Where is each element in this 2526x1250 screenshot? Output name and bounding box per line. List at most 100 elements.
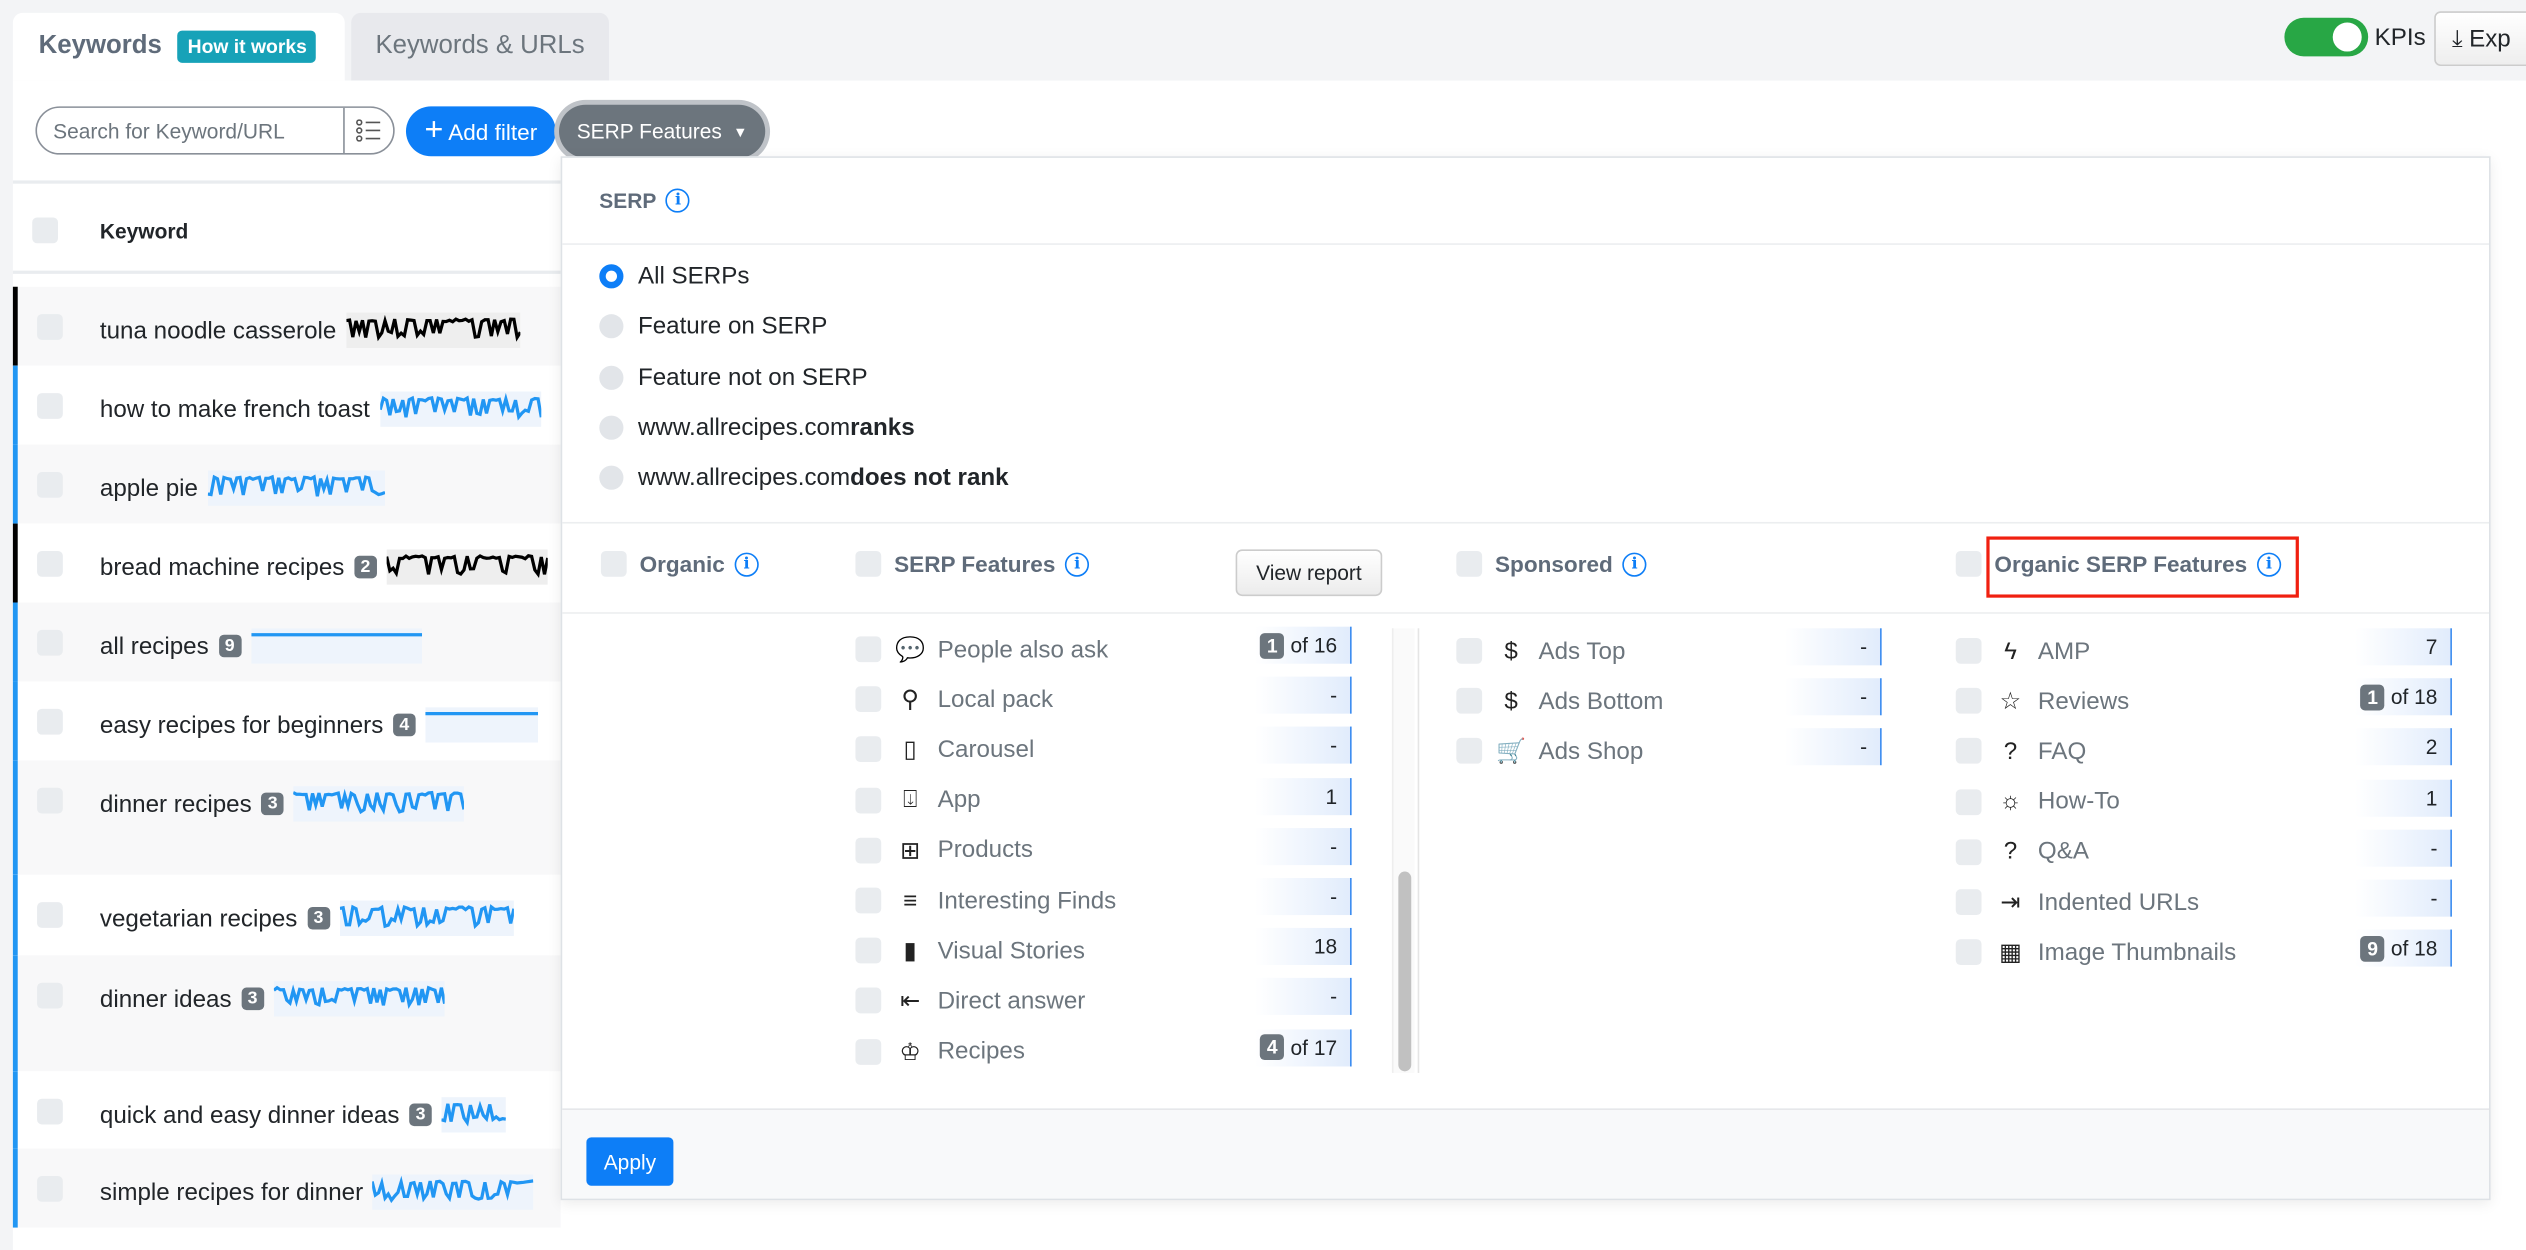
row-checkbox[interactable] xyxy=(37,393,63,419)
table-row[interactable]: how to make french toast xyxy=(12,365,561,445)
feature-checkbox[interactable] xyxy=(855,1038,882,1065)
feature-checkbox[interactable] xyxy=(1955,637,1982,664)
radio-button[interactable] xyxy=(599,365,624,390)
scrollbar-thumb[interactable] xyxy=(1398,871,1412,1072)
table-row[interactable]: all recipes 9 xyxy=(12,602,561,682)
apply-button[interactable]: Apply xyxy=(586,1137,674,1186)
feature-item[interactable]: ⚲ Local pack - xyxy=(855,676,1352,717)
keyword-text[interactable]: vegetarian recipes xyxy=(100,905,297,932)
feature-checkbox[interactable] xyxy=(1456,637,1483,664)
radio-button[interactable] xyxy=(599,314,624,339)
table-row[interactable]: dinner ideas 3 xyxy=(12,955,561,1072)
toggle-switch[interactable] xyxy=(2284,17,2369,57)
table-row[interactable]: bread machine recipes 2 xyxy=(12,523,561,603)
table-row[interactable]: apple pie xyxy=(12,444,561,524)
serp-features-checkbox[interactable] xyxy=(855,550,882,577)
info-icon[interactable]: i xyxy=(1065,551,1090,576)
feature-item[interactable]: ☼ How-To 1 xyxy=(1955,779,2452,819)
serp-radio-option[interactable]: Feature on SERP xyxy=(599,313,827,340)
feature-checkbox[interactable] xyxy=(1456,688,1483,714)
feature-item[interactable]: ≡ Interesting Finds - xyxy=(855,877,1352,918)
info-icon[interactable]: i xyxy=(734,551,759,576)
keyword-text[interactable]: simple recipes for dinner xyxy=(100,1178,363,1205)
feature-item[interactable]: 🛒 Ads Shop - xyxy=(1456,728,1882,769)
feature-checkbox[interactable] xyxy=(855,636,882,663)
organic-serp-features-checkbox[interactable] xyxy=(1955,550,1982,577)
feature-item[interactable]: $ Ads Bottom - xyxy=(1456,678,1882,718)
radio-button[interactable] xyxy=(599,465,624,491)
row-checkbox[interactable] xyxy=(37,982,63,1009)
organic-checkbox[interactable] xyxy=(600,550,627,577)
keyword-text[interactable]: apple pie xyxy=(100,474,198,501)
feature-item[interactable]: ⇤ Direct answer - xyxy=(855,978,1352,1018)
feature-checkbox[interactable] xyxy=(855,937,882,964)
feature-item[interactable]: ⇥ Indented URLs - xyxy=(1955,879,2452,919)
radio-button[interactable] xyxy=(599,264,624,289)
feature-checkbox[interactable] xyxy=(1955,889,1982,916)
keyword-text[interactable]: dinner recipes xyxy=(100,790,252,817)
feature-checkbox[interactable] xyxy=(855,988,882,1014)
row-checkbox[interactable] xyxy=(37,314,63,340)
select-all-checkbox[interactable] xyxy=(32,217,58,244)
feature-item[interactable]: ▯ Carousel - xyxy=(855,727,1352,767)
row-checkbox[interactable] xyxy=(37,1098,63,1125)
table-row[interactable]: dinner recipes 3 xyxy=(12,760,561,875)
row-checkbox[interactable] xyxy=(37,787,63,814)
serp-radio-option[interactable]: All SERPs xyxy=(599,263,749,290)
feature-item[interactable]: ▦ Image Thumbnails 9 of 18 xyxy=(1955,929,2452,970)
feature-item[interactable]: ? FAQ 2 xyxy=(1955,728,2452,769)
keyword-text[interactable]: quick and easy dinner ideas xyxy=(100,1101,400,1128)
row-checkbox[interactable] xyxy=(37,1176,63,1202)
row-checkbox[interactable] xyxy=(37,550,63,577)
table-row[interactable]: quick and easy dinner ideas 3 xyxy=(12,1071,561,1149)
feature-item[interactable]: ♔ Recipes 4 of 17 xyxy=(855,1028,1352,1069)
feature-checkbox[interactable] xyxy=(855,887,882,914)
feature-item[interactable]: $ Ads Top - xyxy=(1456,628,1882,668)
kpis-toggle[interactable]: KPIs xyxy=(2284,17,2426,57)
scrollbar[interactable] xyxy=(1391,628,1415,1073)
add-filter-button[interactable]: + Add filter xyxy=(405,106,556,157)
keyword-text[interactable]: dinner ideas xyxy=(100,985,232,1012)
feature-item[interactable]: ϟ AMP 7 xyxy=(1955,628,2452,668)
feature-checkbox[interactable] xyxy=(855,837,882,864)
keyword-column-header[interactable]: Keyword xyxy=(100,219,188,243)
row-checkbox[interactable] xyxy=(37,708,63,735)
organic-column[interactable]: Organic i xyxy=(600,550,759,577)
sponsored-column[interactable]: Sponsored i xyxy=(1456,550,1647,577)
table-row[interactable]: easy recipes for beginners 4 xyxy=(12,681,561,761)
feature-item[interactable]: ? Q&A - xyxy=(1955,829,2452,869)
serp-radio-option[interactable]: www.allrecipes.com ranks xyxy=(599,414,915,441)
keyword-text[interactable]: bread machine recipes xyxy=(100,553,344,580)
feature-item[interactable]: ⊞ Products - xyxy=(855,827,1352,868)
row-checkbox[interactable] xyxy=(37,472,63,498)
row-checkbox[interactable] xyxy=(37,902,63,928)
feature-item[interactable]: ☆ Reviews 1 of 18 xyxy=(1955,678,2452,718)
how-it-works-badge[interactable]: How it works xyxy=(177,30,317,63)
tab-keywords-urls[interactable]: Keywords & URLs xyxy=(351,12,609,81)
list-options-icon[interactable] xyxy=(343,107,393,154)
info-icon[interactable]: i xyxy=(1622,551,1647,576)
row-checkbox[interactable] xyxy=(37,629,63,656)
feature-item[interactable]: 💬 People also ask 1 of 16 xyxy=(855,626,1352,667)
feature-checkbox[interactable] xyxy=(1955,939,1982,966)
table-row[interactable]: simple recipes for dinner xyxy=(12,1148,561,1228)
export-button[interactable]: ⤓ Exp xyxy=(2434,11,2526,67)
feature-checkbox[interactable] xyxy=(1955,839,1982,865)
keyword-text[interactable]: tuna noodle casserole xyxy=(100,317,336,344)
serp-radio-option[interactable]: Feature not on SERP xyxy=(599,363,868,391)
radio-button[interactable] xyxy=(599,415,624,440)
table-row[interactable]: vegetarian recipes 3 xyxy=(12,874,561,956)
sponsored-checkbox[interactable] xyxy=(1456,550,1483,577)
feature-checkbox[interactable] xyxy=(855,787,882,813)
serp-features-dropdown[interactable]: SERP Features ▼ xyxy=(559,104,766,158)
serp-features-column[interactable]: SERP Features i xyxy=(855,550,1090,577)
feature-checkbox[interactable] xyxy=(1955,788,1982,815)
view-report-button[interactable]: View report xyxy=(1235,549,1383,597)
feature-checkbox[interactable] xyxy=(855,736,882,763)
info-icon[interactable]: i xyxy=(665,188,691,213)
feature-checkbox[interactable] xyxy=(1955,738,1982,765)
keyword-text[interactable]: easy recipes for beginners xyxy=(100,711,383,738)
feature-checkbox[interactable] xyxy=(855,686,882,713)
feature-checkbox[interactable] xyxy=(1955,688,1982,714)
keyword-text[interactable]: how to make french toast xyxy=(100,396,370,423)
